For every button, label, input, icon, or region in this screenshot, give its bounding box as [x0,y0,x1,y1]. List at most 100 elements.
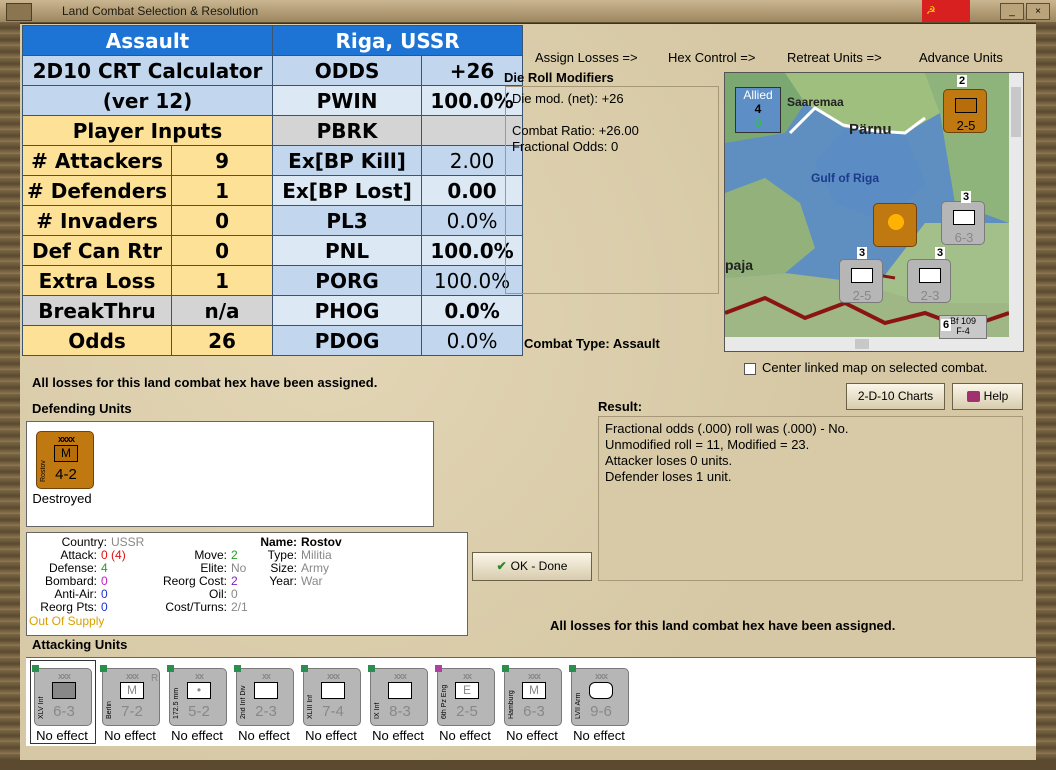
combat-type: Combat Type: Assault [524,336,660,351]
map-counter[interactable]: 2-5 [943,89,987,133]
result-title: Result: [598,399,643,414]
result-line: Fractional odds (.000) roll was (.000) -… [605,421,849,436]
input-value: 0 [171,235,274,266]
map-vscroll-thumb[interactable] [1011,87,1021,137]
input-label: Def Can Rtr [21,235,173,266]
unit-strength: 4-2 [55,466,77,483]
input-value: n/a [171,295,274,326]
window-title: Land Combat Selection & Resolution [62,4,259,18]
artillery-icon: • [187,682,211,699]
attacker-status: No effect [238,728,290,743]
stack-number: 3 [961,191,972,203]
attacker-unit-counter[interactable]: xxx XLV Inf 6-3 [32,665,92,726]
attacker-unit-counter[interactable]: xxx XLIII Inf 7-4 [301,665,361,726]
unit-info-panel: Country: USSR Attack: 0 (4) Defense: 4 B… [26,532,468,636]
minimize-icon[interactable]: _ [1000,3,1024,20]
attacker-status: No effect [36,728,88,743]
result-box: Fractional odds (.000) roll was (.000) -… [598,416,1023,581]
linked-map[interactable]: Allied 4 0 Saaremaa Pärnu Gulf of Riga p… [724,72,1024,352]
close-icon[interactable]: × [1026,3,1050,20]
title-bar: Land Combat Selection & Resolution ☭ _ × [0,0,1056,23]
phase-link-bar: Assign Losses => Hex Control => Retreat … [503,50,1031,68]
map-counter[interactable]: 2-5 [839,259,883,303]
info-label: Year: [269,574,297,588]
help-book-icon [966,391,980,403]
crt-label: Ex[BP Kill] [272,145,423,176]
air-counter-str: F-4 [956,326,970,336]
attacker-unit-counter[interactable]: xx 172.5 mm • 5-2 [167,665,227,726]
bottom-frame [0,760,1056,770]
crt-label: ODDS [272,55,423,86]
attacker-unit-counter[interactable]: xxx R Berlin M 7-2 [100,665,160,726]
unit-strength: 5-2 [188,703,210,720]
map-counter-str: 2-3 [920,288,940,303]
advance-units-link[interactable]: Advance Units [919,50,1003,65]
infantry-icon [321,682,345,699]
center-map-checkbox[interactable]: Center linked map on selected combat. [744,360,987,375]
ok-done-button[interactable]: ✔ OK - Done [472,552,592,581]
input-value: 1 [171,175,274,206]
allied-num: 4 [754,102,762,116]
attacker-status: No effect [104,728,156,743]
system-menu-icon[interactable] [6,3,32,21]
attacker-unit-counter[interactable]: xxx LVII Arm 9-6 [569,665,629,726]
map-counter[interactable]: 6-3 [941,201,985,245]
help-button[interactable]: Help [952,383,1023,410]
die-roll-box: Die mod. (net): +26 Combat Ratio: +26.00… [505,86,719,294]
result-line: Defender loses 1 unit. [605,469,732,484]
input-value: 0 [171,205,274,236]
hex-control-link[interactable]: Hex Control => [668,50,755,65]
input-label: Odds [21,325,173,356]
attacker-unit-counter[interactable]: xxx Hamburg M 6-3 [502,665,562,726]
result-line: Attacker loses 0 units. [605,453,733,468]
defender-unit-counter[interactable]: xxxx Rostov M 4-2 [36,431,94,489]
stack-number: 2 [957,75,968,87]
unit-strength: 6-3 [523,703,545,720]
crt-label: PORG [272,265,423,296]
losses-message: All losses for this land combat hex have… [32,375,378,390]
attacker-unit-counter[interactable]: xx 6th Pz Eng E 2-5 [435,665,495,726]
location-header: Riga, USSR [272,25,524,56]
crt-label: Ex[BP Lost] [272,175,423,206]
attack-value-base: (4) [111,548,126,562]
stack-number: 3 [935,247,946,259]
input-value: 1 [171,265,274,296]
allied-label: Allied [743,88,773,102]
charts-button[interactable]: 2-D-10 Charts [846,383,945,410]
crt-label: PNL [272,235,423,266]
supply-status: Out Of Supply [29,614,105,628]
map-hscroll-thumb[interactable] [855,339,869,349]
input-value: 9 [171,145,274,176]
attacker-unit-counter[interactable]: xx 2nd Inf Div 2-3 [234,665,294,726]
map-counter[interactable]: 2-3 [907,259,951,303]
assault-header: Assault [21,25,274,56]
allied-counter[interactable]: Allied 4 0 [735,87,781,133]
checkbox-icon[interactable] [744,362,756,375]
map-counter-str: 2-5 [956,118,976,133]
unit-strength: 2-5 [456,703,478,720]
air-counter-name: Bf 109 [949,316,977,326]
attacker-status: No effect [171,728,223,743]
place-parnu: Pärnu [849,121,892,138]
attacker-unit-counter[interactable]: xxx IX Inf 8-3 [368,665,428,726]
die-roll-line: Combat Ratio: +26.00 [512,123,639,138]
input-label: # Invaders [21,205,173,236]
stack-number: 6 [941,319,952,331]
crt-value: 0.0% [421,325,524,356]
combat-window: Land Combat Selection & Resolution ☭ _ ×… [0,0,1056,770]
die-roll-title: Die Roll Modifiers [504,70,614,85]
left-frame [0,22,20,770]
attacker-status: No effect [439,728,491,743]
militia-icon: M [54,445,78,462]
retreat-units-link[interactable]: Retreat Units => [787,50,882,65]
defender-status: Destroyed [32,491,92,506]
assign-losses-link[interactable]: Assign Losses => [535,50,638,65]
selected-combat-counter[interactable] [873,203,917,247]
die-roll-line [512,107,712,123]
unit-strength: 9-6 [590,703,612,720]
attacking-title: Attacking Units [32,637,128,652]
infantry-icon [955,98,977,113]
map-hscroll[interactable] [725,337,1023,351]
input-label: # Defenders [21,175,173,206]
attack-value: 0 [101,548,108,562]
